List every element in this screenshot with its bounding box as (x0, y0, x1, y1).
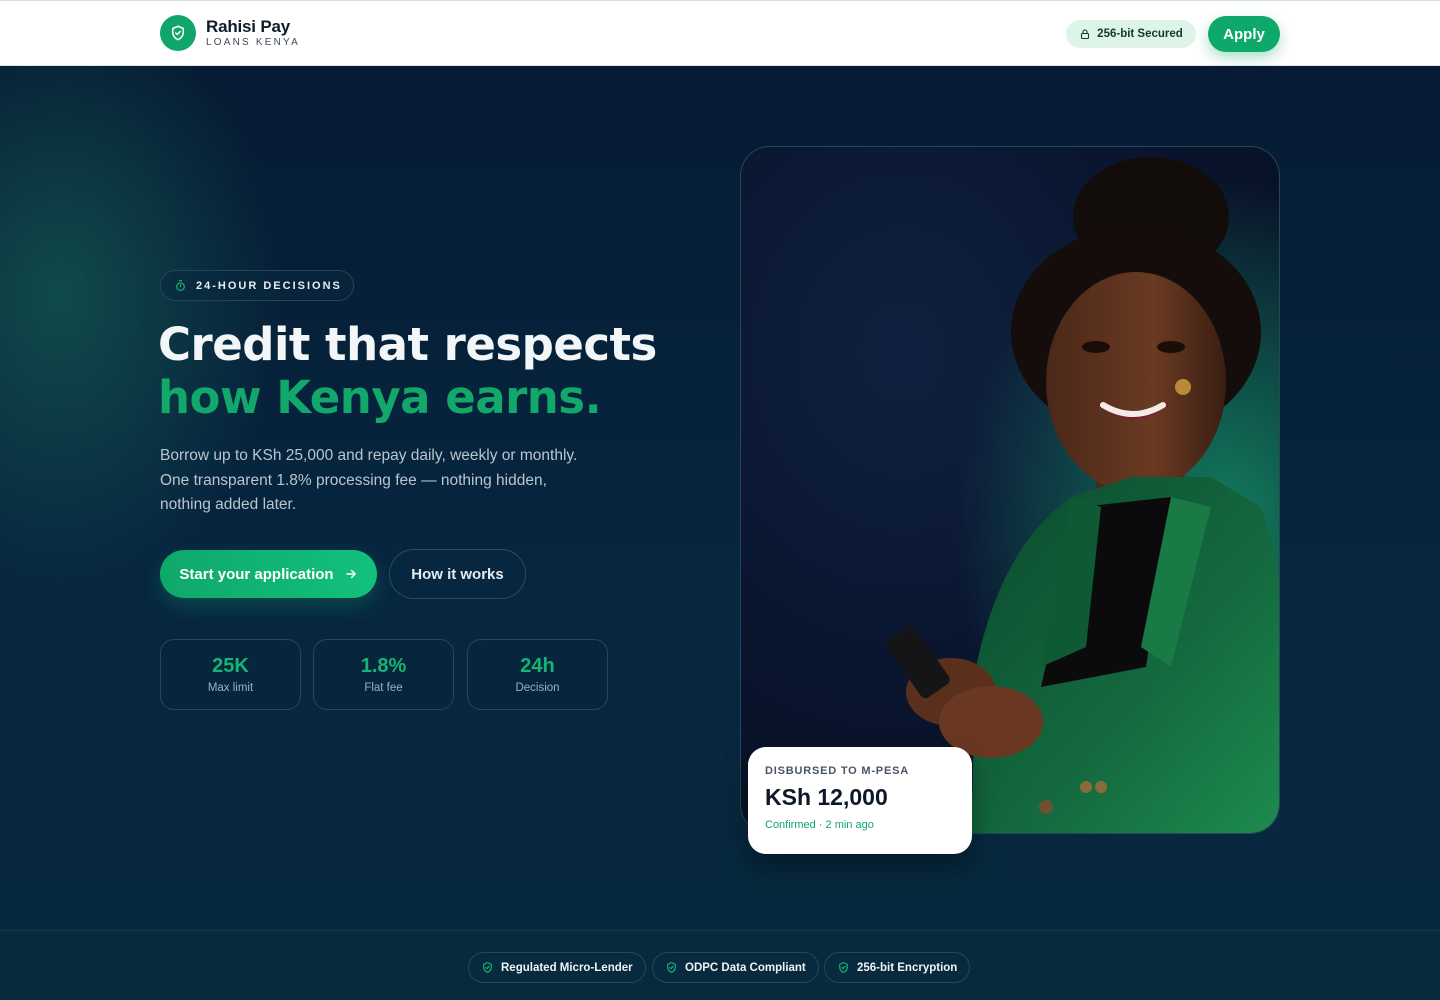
stat-label: Decision (515, 682, 560, 694)
shield-check-icon (483, 962, 492, 973)
trust-badge-encryption: 256-bit Encryption (824, 952, 971, 983)
brand-name: Rahisi Pay (206, 17, 290, 36)
disbursement-status: Confirmed · 2 min ago (765, 819, 874, 831)
trust-badge-regulated: Regulated Micro-Lender (468, 952, 646, 983)
apply-button[interactable]: Apply (1208, 16, 1280, 52)
stat-label: Max limit (207, 682, 254, 694)
security-badge-label: 256-bit Secured (1097, 28, 1183, 40)
start-application-button[interactable]: Start your application (160, 550, 377, 598)
trust-badge-label: 256-bit Encryption (857, 961, 958, 974)
top-nav: Rahisi Pay LOANS KENYA 256-bit Secured A… (0, 0, 1440, 66)
trust-bar: Regulated Micro-Lender ODPC Data Complia… (0, 930, 1440, 1000)
stat-decision: 24h Decision (467, 639, 608, 710)
how-it-works-button[interactable]: How it works (389, 549, 526, 599)
stat-flat-fee: 1.8% Flat fee (313, 639, 454, 710)
brand-tagline: LOANS KENYA (206, 37, 301, 48)
trust-badge-odpc: ODPC Data Compliant (652, 952, 819, 983)
hero-headline: Credit that respects how Kenya earns. (158, 318, 718, 424)
stat-value: 24h (520, 655, 555, 677)
disbursement-title: DISBURSED TO M-PESA (765, 765, 909, 777)
hero-section: 24-HOUR DECISIONS Credit that respects h… (0, 66, 1440, 930)
headline-line-2: how Kenya earns. (158, 371, 602, 424)
disbursement-amount: KSh 12,000 (765, 784, 888, 810)
stat-value: 1.8% (360, 655, 407, 677)
hero-lead: Borrow up to KSh 25,000 and repay daily,… (160, 447, 578, 513)
stopwatch-icon (176, 280, 185, 291)
arrow-right-icon (345, 569, 356, 579)
shield-check-icon (160, 15, 196, 51)
decision-badge: 24-HOUR DECISIONS (160, 270, 354, 301)
brand[interactable]: Rahisi Pay LOANS KENYA (160, 15, 300, 51)
hero-portrait-photo (740, 146, 1280, 834)
trust-badge-label: ODPC Data Compliant (685, 961, 806, 974)
decision-badge-label: 24-HOUR DECISIONS (196, 279, 342, 292)
shield-check-icon (667, 962, 676, 973)
trust-badge-label: Regulated Micro-Lender (501, 961, 633, 974)
stat-max-limit: 25K Max limit (160, 639, 301, 710)
start-application-label: Start your application (179, 565, 334, 583)
disbursement-card: DISBURSED TO M-PESA KSh 12,000 Confirmed… (748, 747, 972, 854)
security-badge: 256-bit Secured (1066, 20, 1196, 48)
stat-label: Flat fee (364, 682, 403, 694)
lock-icon (1081, 29, 1090, 40)
stat-value: 25K (212, 655, 249, 677)
shield-check-icon (839, 962, 848, 973)
headline-line-1: Credit that respects (158, 318, 657, 371)
